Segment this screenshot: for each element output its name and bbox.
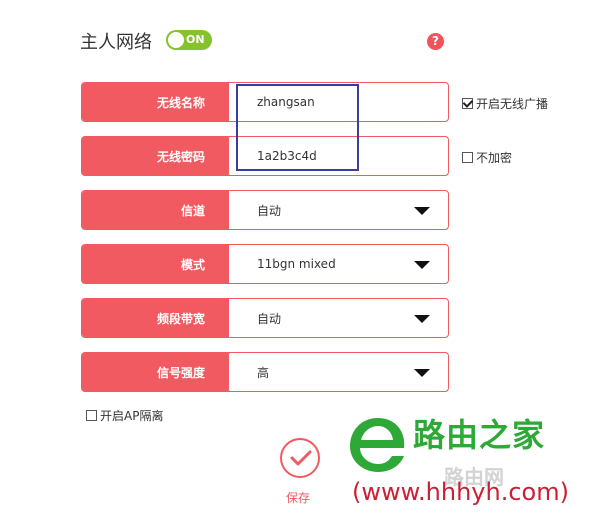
bandwidth-select[interactable]: 自动 xyxy=(229,299,448,337)
broadcast-checkbox[interactable] xyxy=(462,98,473,109)
network-toggle[interactable]: ON xyxy=(166,30,212,50)
section-title: 主人网络 xyxy=(80,32,152,53)
broadcast-option[interactable]: 开启无线广播 xyxy=(462,95,548,112)
save-label: 保存 xyxy=(286,491,311,505)
ssid-value: zhangsan xyxy=(257,95,315,109)
password-row: 无线密码 1a2b3c4d xyxy=(81,136,449,176)
password-label: 无线密码 xyxy=(82,137,229,175)
ssid-input[interactable]: zhangsan xyxy=(229,83,448,121)
check-icon xyxy=(290,450,312,466)
watermark-url: (www.hhhyh.com) xyxy=(352,478,569,506)
bandwidth-row: 频段带宽 自动 xyxy=(81,298,449,338)
no-encrypt-label: 不加密 xyxy=(476,151,513,165)
save-button[interactable] xyxy=(280,438,320,478)
toggle-knob xyxy=(168,32,184,48)
caret-down-icon xyxy=(414,261,430,269)
no-encrypt-checkbox[interactable] xyxy=(462,152,473,163)
channel-label: 信道 xyxy=(82,191,229,229)
signal-label: 信号强度 xyxy=(82,353,229,391)
bandwidth-label: 频段带宽 xyxy=(82,299,229,337)
toggle-label: ON xyxy=(186,33,205,46)
password-input[interactable]: 1a2b3c4d xyxy=(229,137,448,175)
bandwidth-value: 自动 xyxy=(257,311,282,326)
channel-value: 自动 xyxy=(257,203,282,218)
channel-row: 信道 自动 xyxy=(81,190,449,230)
ap-isolation-option[interactable]: 开启AP隔离 xyxy=(86,407,163,424)
watermark-name: 路由之家 xyxy=(413,416,546,454)
signal-select[interactable]: 高 xyxy=(229,353,448,391)
ssid-label: 无线名称 xyxy=(82,83,229,121)
mode-value: 11bgn mixed xyxy=(257,257,336,271)
no-encrypt-option[interactable]: 不加密 xyxy=(462,149,512,166)
mode-select[interactable]: 11bgn mixed xyxy=(229,245,448,283)
ap-isolation-label: 开启AP隔离 xyxy=(100,409,164,423)
help-icon[interactable]: ? xyxy=(427,33,444,50)
ssid-row: 无线名称 zhangsan xyxy=(81,82,449,122)
channel-select[interactable]: 自动 xyxy=(229,191,448,229)
mode-row: 模式 11bgn mixed xyxy=(81,244,449,284)
mode-label: 模式 xyxy=(82,245,229,283)
caret-down-icon xyxy=(414,315,430,323)
caret-down-icon xyxy=(414,369,430,377)
password-value: 1a2b3c4d xyxy=(257,149,317,163)
signal-value: 高 xyxy=(257,365,270,380)
leaf-e-logo-icon xyxy=(350,418,405,472)
ap-isolation-checkbox[interactable] xyxy=(86,410,97,421)
caret-down-icon xyxy=(414,207,430,215)
broadcast-label: 开启无线广播 xyxy=(476,97,549,111)
signal-row: 信号强度 高 xyxy=(81,352,449,392)
